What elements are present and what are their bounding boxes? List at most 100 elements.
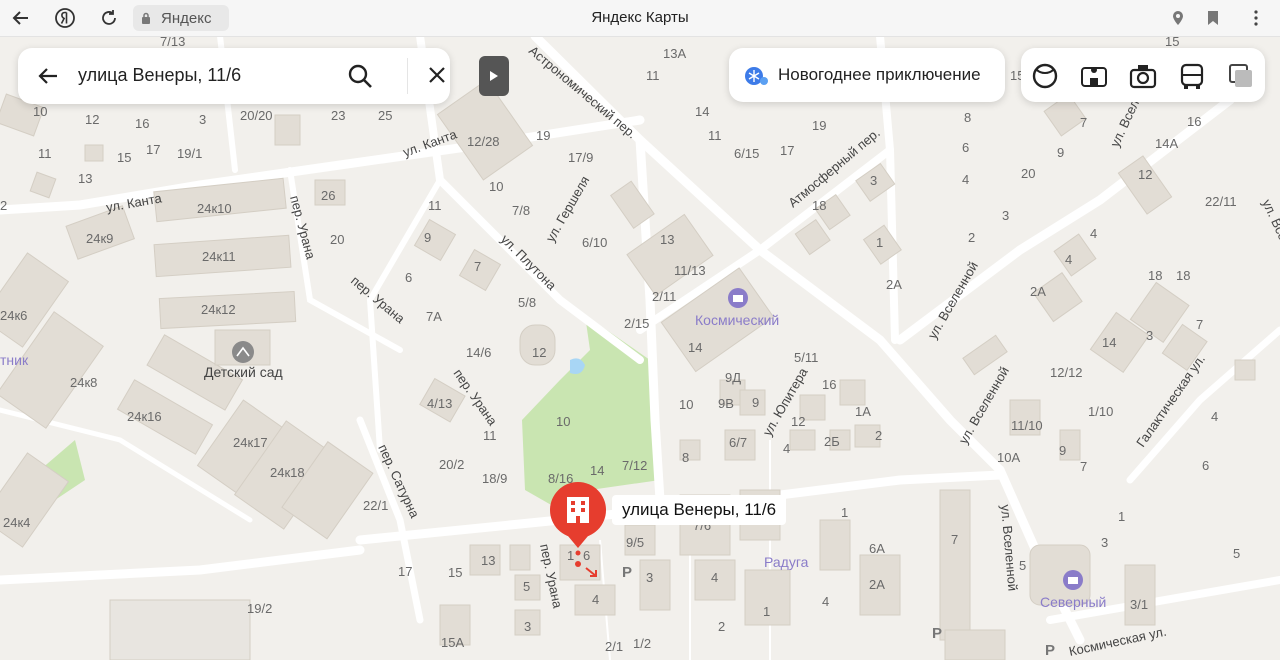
house-number: 12 [85, 112, 99, 127]
promo-label: Новогоднее приключение [778, 65, 981, 84]
bus-icon[interactable] [1177, 61, 1207, 91]
more-icon[interactable] [1244, 6, 1268, 30]
poi-raduga[interactable]: Радуга [764, 554, 809, 570]
poi-label: Радуга [764, 554, 809, 570]
collapse-panel-button[interactable] [479, 56, 509, 96]
poi-label: Северный [1040, 594, 1106, 610]
house-number: 3 [1146, 328, 1153, 343]
house-number: 11 [428, 198, 442, 213]
house-number: 24к12 [201, 302, 236, 317]
yandex-logo-icon[interactable] [53, 6, 77, 30]
location-icon[interactable] [1166, 6, 1190, 30]
house-number: 10 [679, 397, 693, 412]
house-number: 17 [146, 142, 160, 157]
house-number: 7 [951, 532, 958, 547]
house-number: 7/8 [512, 203, 530, 218]
house-number: 17 [780, 143, 794, 158]
map-layer-toolbar [1021, 48, 1265, 102]
house-number: 10 [33, 104, 47, 119]
house-number: 4/13 [427, 396, 452, 411]
house-number: 19 [536, 128, 550, 143]
poi-partial[interactable]: тник [0, 352, 29, 368]
house-number: 5 [1233, 546, 1240, 561]
poi-label: тник [0, 352, 29, 368]
house-number: 2/11 [652, 289, 676, 304]
house-number: 16 [822, 377, 836, 392]
house-number: 19/2 [247, 601, 272, 616]
house-number: 11/13 [674, 263, 706, 278]
house-number: 18 [812, 198, 826, 213]
house-number: 4 [962, 172, 969, 187]
house-number: 14 [590, 463, 604, 478]
house-number: 6 [583, 548, 590, 563]
house-number: 9 [424, 230, 431, 245]
house-number: 10 [489, 179, 503, 194]
promo-button[interactable]: Новогоднее приключение [729, 48, 1005, 102]
house-number: 7 [1080, 115, 1087, 130]
house-number: 3 [870, 173, 877, 188]
panorama-icon[interactable] [1079, 61, 1109, 91]
house-number: 14А [1155, 136, 1178, 151]
house-number: 7 [1080, 459, 1087, 474]
house-number: 6 [1202, 458, 1209, 473]
poi-label: Детский сад [204, 364, 283, 380]
house-number: 18 [1176, 268, 1190, 283]
house-number: 3 [1002, 208, 1009, 223]
house-number: 13А [663, 46, 686, 61]
house-number: 12 [791, 414, 805, 429]
search-input[interactable]: улица Венеры, 11/6 [78, 65, 241, 86]
house-number: 14 [695, 104, 709, 119]
back-arrow-icon[interactable] [36, 64, 60, 88]
map-canvas[interactable]: 7/13 15 13А 15 10 12 16 3 20/20 23 25 11… [0, 36, 1280, 660]
reload-icon[interactable] [97, 6, 121, 30]
house-number: 11 [646, 68, 660, 83]
house-number: 23 [331, 108, 345, 123]
house-number: 9 [1059, 443, 1066, 458]
house-number: 15 [117, 150, 131, 165]
parking-icon: P [1045, 642, 1055, 659]
address-bar-label: Яндекс [161, 9, 212, 27]
house-number: 1/10 [1088, 404, 1113, 419]
house-number: 9/5 [626, 535, 644, 550]
house-number: 18/9 [482, 471, 507, 486]
house-number: 3 [524, 619, 531, 634]
house-number: 16 [135, 116, 149, 131]
house-number: 7/12 [622, 458, 647, 473]
house-number: 12/28 [467, 134, 500, 149]
house-number: 5 [523, 579, 530, 594]
address-bar[interactable]: Яндекс [133, 5, 229, 31]
search-icon[interactable] [346, 62, 374, 90]
house-number: 7 [474, 259, 481, 274]
lock-icon [142, 12, 150, 24]
house-number: 14/6 [466, 345, 491, 360]
house-number: 6/7 [729, 435, 747, 450]
house-number: 2/1 [605, 639, 623, 654]
back-arrow-icon[interactable] [9, 6, 33, 30]
building-icon [567, 497, 589, 523]
camera-icon[interactable] [1128, 61, 1158, 91]
house-number: 2/15 [624, 316, 649, 331]
layers-icon[interactable] [1226, 61, 1256, 91]
house-number: 11/10 [1011, 418, 1043, 433]
browser-toolbar: Яндекс Яндекс Карты [0, 0, 1280, 37]
close-icon[interactable] [426, 64, 448, 86]
house-number: 5 [1019, 558, 1026, 573]
selected-place-label[interactable]: улица Венеры, 11/6 [612, 495, 787, 525]
map-layer-icon[interactable] [1030, 61, 1060, 91]
house-number: 24к8 [70, 375, 97, 390]
house-number: 3/1 [1130, 597, 1148, 612]
house-number: 18 [1148, 268, 1162, 283]
bookmark-icon[interactable] [1201, 6, 1225, 30]
house-number: 4 [1065, 252, 1072, 267]
house-number: 1 [876, 235, 883, 250]
house-number: 20/20 [240, 108, 273, 123]
house-number: 24к17 [233, 435, 268, 450]
house-number: 4 [1211, 409, 1218, 424]
house-number: 1 [763, 604, 770, 619]
house-number: 19 [812, 118, 826, 133]
house-number: 12 [532, 345, 546, 360]
house-number: 9Д [725, 370, 741, 385]
house-number: 24к16 [127, 409, 162, 424]
house-number: 10 [556, 414, 570, 429]
search-box[interactable]: улица Венеры, 11/6 [18, 48, 450, 104]
